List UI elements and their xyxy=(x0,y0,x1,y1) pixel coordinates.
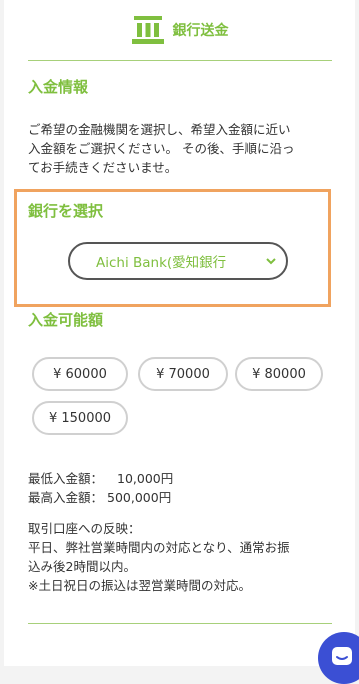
page-title: 銀行送金 xyxy=(172,23,229,39)
bank-icon xyxy=(131,16,164,44)
reflection-line: 込み後2時間以内。 xyxy=(28,559,136,574)
deposit-panel: 銀行送金 入金情報 ご希望の金融機関を選択し、希望入金額に近い 入金額をご選択く… xyxy=(4,0,355,666)
max-deposit-value: 500,000円 xyxy=(107,490,172,505)
reflection-info: 取引口座への反映： 平日、弊社営業時間内の対応となり、通常お振 込み後2時間以内… xyxy=(28,519,338,595)
reflection-title: 取引口座への反映： xyxy=(28,521,141,536)
min-deposit-label: 最低入金額： xyxy=(28,471,104,486)
min-deposit-value: 10,000円 xyxy=(117,471,174,486)
header-divider xyxy=(28,60,332,61)
deposit-info-title: 入金情報 xyxy=(28,78,89,96)
min-deposit-row: 最低入金額： 10,000円 xyxy=(28,469,338,488)
amount-option[interactable]: ¥ 70000 xyxy=(138,357,228,391)
amount-option[interactable]: ¥ 80000 xyxy=(235,357,323,391)
footer-divider xyxy=(28,623,332,624)
description-line: てお手続きくださいませ。 xyxy=(28,160,178,175)
chat-button[interactable] xyxy=(318,632,359,684)
amounts-title: 入金可能額 xyxy=(28,311,104,329)
description-line: ご希望の金融機関を選択し、希望入金額に近い xyxy=(28,122,291,137)
chevron-down-icon xyxy=(266,258,276,265)
reflection-line: ※土日祝日の振込は翌営業時間の対応。 xyxy=(28,578,251,593)
description-line: 入金額をご選択ください。 その後、手順に沿っ xyxy=(28,141,295,156)
amount-option[interactable]: ¥ 60000 xyxy=(32,357,128,391)
bank-select-title: 銀行を選択 xyxy=(28,202,104,220)
deposit-description: ご希望の金融機関を選択し、希望入金額に近い 入金額をご選択ください。 その後、手… xyxy=(28,120,338,177)
max-deposit-label: 最高入金額： xyxy=(28,490,104,505)
bank-select[interactable]: Aichi Bank(愛知銀行 xyxy=(68,242,288,280)
reflection-line: 平日、弊社営業時間内の対応となり、通常お振 xyxy=(28,540,290,555)
chat-icon xyxy=(332,647,352,665)
amount-option[interactable]: ¥ 150000 xyxy=(32,401,128,435)
max-deposit-row: 最高入金額： 500,000円 xyxy=(28,488,338,507)
page-header: 銀行送金 xyxy=(4,0,355,60)
deposit-limits: 最低入金額： 10,000円 最高入金額： 500,000円 xyxy=(28,469,338,507)
bank-select-value: Aichi Bank(愛知銀行 xyxy=(96,255,227,271)
